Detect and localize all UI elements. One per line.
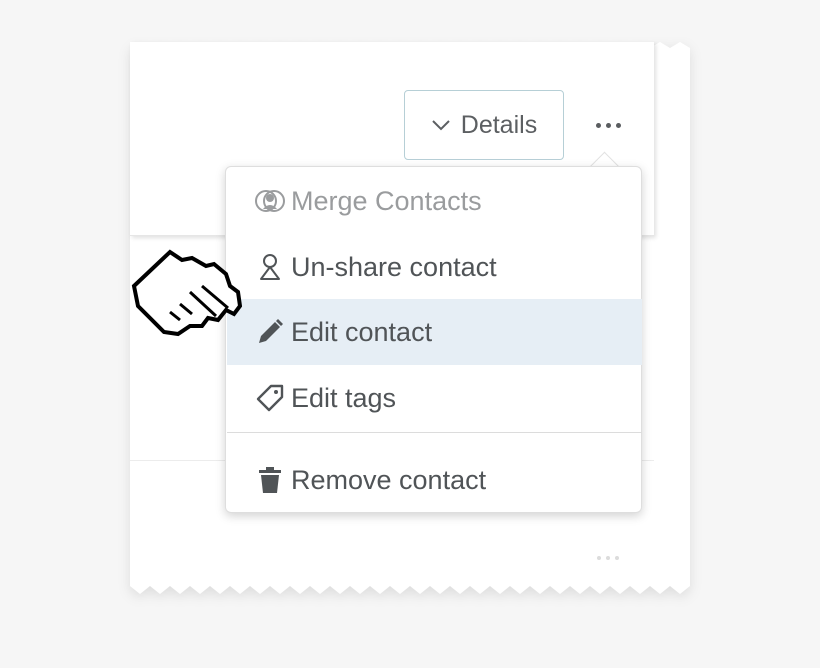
person-icon	[255, 252, 285, 282]
menu-item-edit-tags[interactable]: Edit tags	[227, 365, 642, 431]
trash-icon	[255, 465, 285, 495]
dot	[615, 122, 621, 128]
contact-actions-menu: Merge Contacts Un-share contact Edit con…	[225, 166, 642, 513]
chevron-down-icon	[431, 119, 451, 131]
menu-separator	[227, 432, 642, 433]
dot	[597, 556, 601, 560]
menu-item-label: Edit contact	[291, 316, 433, 347]
details-label: Details	[460, 110, 538, 139]
pointing-hand-cursor-icon	[130, 246, 243, 343]
more-options-icon[interactable]	[588, 108, 628, 142]
row-more-options-icon[interactable]	[588, 548, 628, 568]
menu-item-label: Remove contact	[291, 464, 487, 495]
menu-item-label: Un-share contact	[291, 251, 497, 282]
dot	[606, 556, 610, 560]
dot	[595, 122, 601, 128]
menu-item-edit-contact[interactable]: Edit contact	[227, 299, 642, 365]
stage: Details Merge Contacts Un-share contact …	[0, 0, 820, 668]
dot	[605, 122, 611, 128]
menu-item-unshare-contact[interactable]: Un-share contact	[227, 234, 642, 300]
menu-item-label: Edit tags	[291, 382, 397, 413]
tag-icon	[255, 383, 285, 413]
merge-contacts-icon	[255, 186, 285, 216]
dot	[615, 556, 619, 560]
menu-item-merge-contacts[interactable]: Merge Contacts	[227, 168, 642, 234]
details-button[interactable]: Details	[404, 90, 564, 160]
menu-item-remove-contact[interactable]: Remove contact	[227, 447, 642, 513]
pencil-icon	[255, 317, 285, 347]
menu-item-label: Merge Contacts	[291, 185, 482, 216]
